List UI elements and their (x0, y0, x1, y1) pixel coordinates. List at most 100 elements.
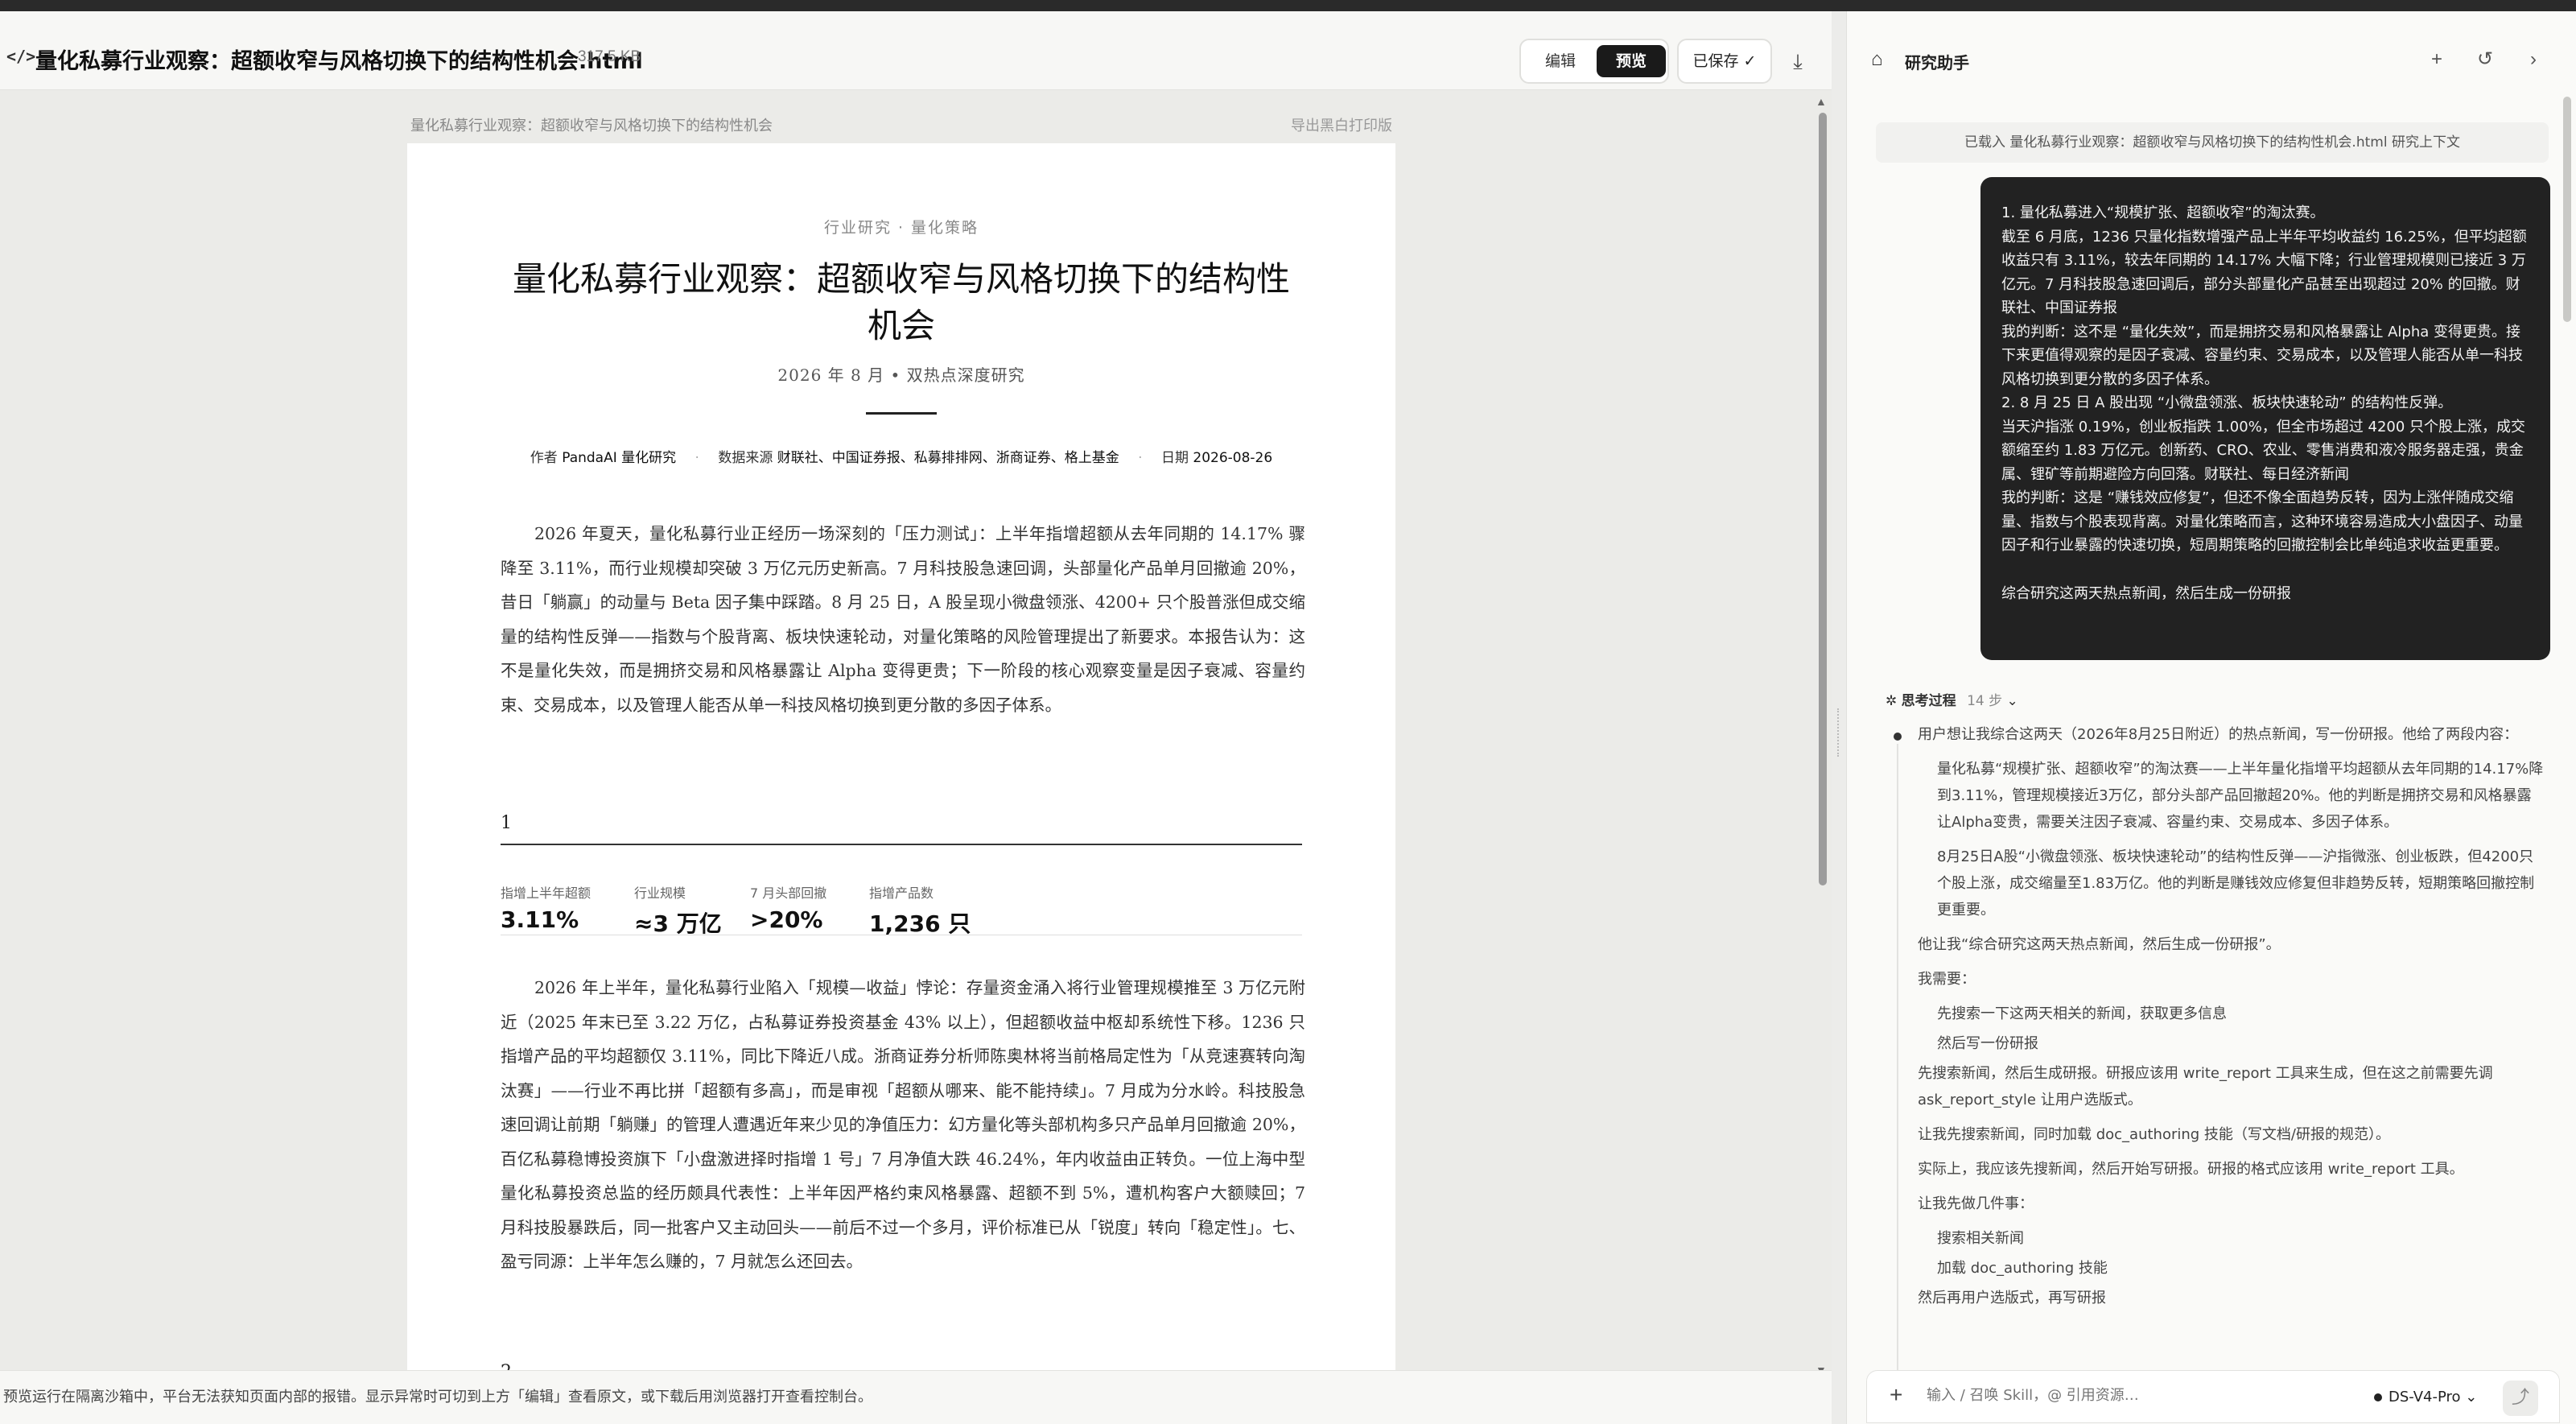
file-preview-pane: </> 量化私募行业观察：超额收窄与风格切换下的结构性机会.html 317.5… (0, 11, 1832, 1424)
doc-meta-bar: 量化私募行业观察：超额收窄与风格切换下的结构性机会 导出黑白打印版 (410, 114, 1392, 134)
thinking-line: 搜索相关新闻 (1937, 1230, 2024, 1247)
section-number-2: 2 (501, 1362, 512, 1370)
research-assistant-panel: ⌂ 研究助手 + ↺ › 已载入 量化私募行业观察：超额收窄与风格切换下的结构性… (1846, 11, 2576, 1424)
message-gap (2001, 558, 2529, 582)
chat-input[interactable] (1927, 1387, 2313, 1404)
thinking-line: 加载 doc_authoring 技能 (1937, 1260, 2108, 1277)
thinking-content: 用户想让我综合这两天（2026年8月25日附近）的热点新闻，写一份研报。他给了两… (1918, 721, 2545, 1365)
user-message-line: 当天沪指涨 0.19%，创业板指跌 1.00%，但全市场超过 4200 只个股上… (2001, 418, 2526, 483)
thinking-line: 我需要： (1918, 971, 1976, 988)
stat-item: 行业规模 ≈3 万亿 (634, 882, 722, 939)
timeline-line (1897, 744, 1898, 1372)
collapse-chevron-icon[interactable]: › (2520, 47, 2547, 74)
sandbox-status-bar: 预览运行在隔离沙箱中，平台无法获知页面内部的报错。显示异常时可切到上方「编辑」查… (0, 1370, 1832, 1424)
window-top-bar (0, 0, 2576, 11)
chevron-down-icon: ⌄ (2006, 693, 2018, 709)
title-rule (866, 412, 937, 415)
assistant-robot-icon: ⌂ (1871, 48, 1883, 70)
thinking-label: 思考过程 (1901, 693, 1956, 709)
thinking-line: 先搜索一下这两天相关的新闻，获取更多信息 (1937, 1005, 2227, 1022)
saved-status-button[interactable]: 已保存 ✓ (1677, 39, 1772, 84)
model-name: DS-V4-Pro (2388, 1389, 2461, 1405)
preview-area: 量化私募行业观察：超额收窄与风格切换下的结构性机会 导出黑白打印版 行业研究 ·… (0, 90, 1814, 1370)
stat-item: 指增产品数 1,236 只 (869, 882, 971, 939)
body-paragraph: 2026 年上半年，量化私募行业陷入「规模—收益」悖论：存量资金涌入将行业管理规… (501, 978, 1305, 1271)
stat-value: 1,236 只 (869, 910, 971, 937)
thinking-line: 8月25日A股“小微盘领涨、板块快速轮动”的结构性反弹——沪指微涨、创业板跌，但… (1937, 848, 2535, 918)
section-number-1: 1 (501, 813, 512, 833)
document-page: 行业研究 · 量化策略 量化私募行业观察：超额收窄与风格切换下的结构性机会 20… (407, 143, 1395, 1370)
preview-scrollbar[interactable]: ▲ ▼ (1814, 95, 1830, 1377)
thinking-line: 他让我“综合研究这两天热点新闻，然后生成一份研报”。 (1918, 936, 2281, 953)
scrollbar-thumb[interactable] (1819, 113, 1827, 885)
assistant-scrollbar-thumb[interactable] (2563, 97, 2571, 322)
edit-mode-button[interactable]: 编辑 (1526, 45, 1595, 77)
timeline-dot (1894, 733, 1902, 741)
user-message-bubble: 1. 量化私募进入“规模扩张、超额收窄”的淘汰赛。 截至 6 月底，1236 只… (1980, 177, 2550, 660)
export-print-link[interactable]: 导出黑白打印版 (1291, 114, 1392, 135)
user-message-line: 截至 6 月底，1236 只量化指数增强产品上半年平均收益约 16.25%，但平… (2001, 228, 2527, 317)
file-size: 317.5 KB (578, 48, 641, 65)
view-mode-toggle: 编辑 预览 (1519, 39, 1669, 84)
user-message-line: 2. 8 月 25 日 A 股出现 “小微盘领涨、板块快速轮动” 的结构性反弹。 (2001, 394, 2453, 411)
doc-title: 量化私募行业观察：超额收窄与风格切换下的结构性机会 (512, 259, 1290, 345)
new-chat-plus-icon[interactable]: + (2423, 47, 2450, 74)
stat-label: 行业规模 (634, 885, 686, 901)
user-message-line: 综合研究这两天热点新闻，然后生成一份研报 (2001, 584, 2291, 602)
sandbox-notice: 预览运行在隔离沙箱中，平台无法获知页面内部的报错。显示异常时可切到上方「编辑」查… (3, 1389, 872, 1405)
assistant-header: ⌂ 研究助手 + ↺ › (1847, 11, 2576, 92)
resize-grip-icon[interactable] (1837, 708, 1840, 757)
stat-label: 指增上半年超额 (501, 885, 591, 901)
doc-kicker: 行业研究 · 量化策略 (823, 219, 979, 237)
intro-paragraph: 2026 年夏天，量化私募行业正经历一场深刻的「压力测试」：上半年指增超额从去年… (501, 524, 1305, 715)
stat-label: 7 月头部回撤 (750, 885, 827, 901)
stat-label: 指增产品数 (869, 885, 934, 901)
send-icon[interactable]: ⤴ (2503, 1381, 2538, 1416)
thinking-line: 先搜索新闻，然后生成研报。研报应该用 write_report 工具来生成，但在… (1918, 1065, 2493, 1108)
attach-plus-icon[interactable]: + (1890, 1382, 1902, 1408)
chat-composer: + DS-V4-Pro ⌄ ⤴ (1866, 1370, 2560, 1423)
doc-meta-title: 量化私募行业观察：超额收窄与风格切换下的结构性机会 (410, 118, 773, 134)
user-message-line: 我的判断：这是 “赚钱效应修复”，但还不像全面趋势反转，因为上涨伴随成交缩量、指… (2001, 489, 2523, 554)
source-label: 数据来源 (718, 450, 773, 466)
thinking-line: 然后再用户选版式，再写研报 (1918, 1290, 2106, 1306)
history-icon[interactable]: ↺ (2471, 47, 2499, 74)
assistant-title: 研究助手 (1905, 53, 1969, 72)
stat-value: 3.11% (501, 906, 579, 933)
file-header: </> 量化私募行业观察：超额收窄与风格切换下的结构性机会.html 317.5… (0, 11, 1832, 90)
user-message-line: 1. 量化私募进入“规模扩张、超额收窄”的淘汰赛。 (2001, 204, 2325, 221)
code-icon: </> (6, 47, 36, 66)
doc-date: 2026 年 8 月 • 双热点深度研究 (777, 365, 1025, 385)
section-rule (501, 844, 1302, 845)
stat-value: >20% (750, 906, 823, 933)
model-selector[interactable]: DS-V4-Pro ⌄ (2374, 1389, 2477, 1405)
thinking-line: 实际上，我应该先搜新闻，然后开始写研报。研报的格式应该用 write_repor… (1918, 1161, 2464, 1178)
author-label: 作者 (530, 450, 558, 466)
thinking-line: 让我先搜索新闻，同时加载 doc_authoring 技能（写文档/研报的规范）… (1918, 1126, 2390, 1143)
stat-item: 指增上半年超额 3.11% (501, 882, 591, 933)
doc-byline: 作者 PandaAI 量化研究 · 数据来源 财联社、中国证券报、私募排排网、浙… (407, 446, 1395, 466)
thinking-steps-count: 14 步 (1967, 693, 2003, 709)
scroll-up-icon[interactable]: ▲ (1816, 95, 1827, 108)
thinking-line: 用户想让我综合这两天（2026年8月25日附近）的热点新闻，写一份研报。他给了两… (1918, 726, 2519, 743)
thinking-line: 量化私募“规模扩张、超额收窄”的淘汰赛——上半年量化指增平均超额从去年同期的14… (1937, 761, 2544, 831)
doc-date-value: 2026-08-26 (1193, 450, 1273, 466)
thinking-process-toggle[interactable]: ✲ 思考过程 14 步 ⌄ (1886, 689, 2018, 709)
source-list: 财联社、中国证券报、私募排排网、浙商证券、格上基金 (777, 450, 1119, 466)
user-message-line: 我的判断：这不是 “量化失效”，而是拥挤交易和风格暴露让 Alpha 变得更贵。… (2001, 323, 2523, 388)
key-stats: 指增上半年超额 3.11% 行业规模 ≈3 万亿 7 月头部回撤 >20% 指增… (501, 871, 1302, 937)
preview-mode-button[interactable]: 预览 (1597, 45, 1666, 77)
byline-separator: · (694, 450, 699, 466)
byline-separator: · (1138, 450, 1143, 466)
stat-value: ≈3 万亿 (634, 910, 722, 937)
author-name: PandaAI 量化研究 (562, 450, 677, 466)
date-label: 日期 (1160, 450, 1189, 466)
stat-item: 7 月头部回撤 >20% (750, 882, 826, 933)
file-title: 量化私募行业观察：超额收窄与风格切换下的结构性机会.html (35, 49, 643, 74)
thinking-sparkle-icon: ✲ (1886, 693, 1898, 709)
model-status-dot (2374, 1393, 2382, 1401)
thinking-line: 然后写一份研报 (1937, 1035, 2038, 1052)
thinking-line: 让我先做几件事： (1918, 1195, 2034, 1212)
download-icon[interactable]: ⤓ (1782, 47, 1814, 79)
context-loaded-notice: 已载入 量化私募行业观察：超额收窄与风格切换下的结构性机会.html 研究上下文 (1876, 122, 2549, 163)
